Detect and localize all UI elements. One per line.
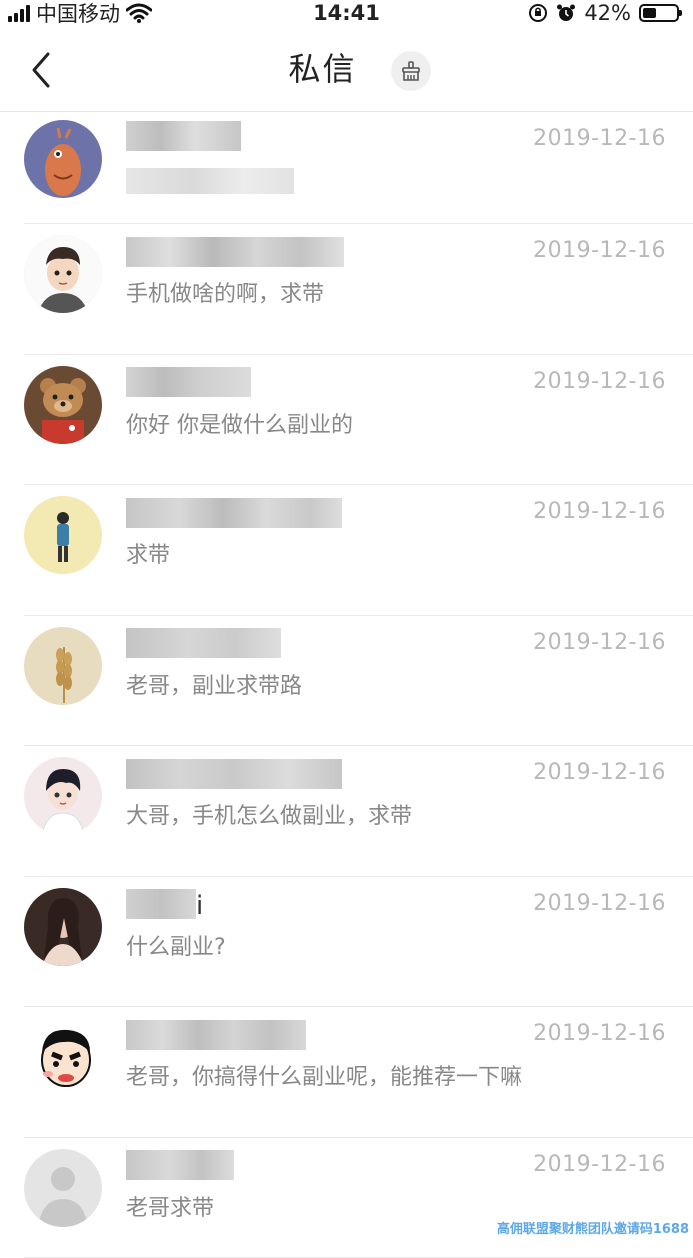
message-preview: 你好 你是做什么副业的: [126, 412, 353, 438]
crayon-cartoon-avatar: [24, 1018, 102, 1096]
battery-icon: [639, 4, 682, 22]
name-redacted: [126, 1150, 234, 1180]
rotation-lock-icon: [529, 4, 548, 22]
conversation-name: [126, 495, 342, 533]
message-preview: 老哥求带: [126, 1195, 215, 1221]
watermark-text: 高佣联盟聚财熊团队邀请码1688: [496, 1222, 689, 1237]
conversation-row[interactable]: 老哥，副业求带路 2019-12-16: [0, 616, 693, 747]
conversation-date: 2019-12-16: [533, 238, 666, 263]
conversation-name: [126, 118, 241, 156]
conversation-row[interactable]: i 什么副业? 2019-12-16: [0, 877, 693, 1008]
name-redacted: [126, 236, 344, 267]
message-preview: 求带: [126, 543, 171, 568]
nav-bar: 私信: [0, 26, 693, 112]
conversation-name: i: [126, 887, 203, 925]
anime-boy-avatar: [24, 757, 102, 835]
message-preview: 老哥，副业求带路: [126, 673, 303, 699]
page-title: 私信: [0, 26, 693, 112]
conversation-date: 2019-12-16: [533, 760, 666, 785]
clear-messages-button[interactable]: [391, 51, 431, 91]
conversation-date: 2019-12-16: [533, 890, 666, 916]
conversation-list: 2019-12-16 手机做啥的啊，求带 2019-12-16 你好 你是做什么…: [0, 112, 693, 1258]
name-redacted: [126, 120, 241, 151]
name-redacted: [126, 497, 342, 528]
conversation-date: 2019-12-16: [533, 1021, 666, 1046]
battery-percent: 42%: [584, 1, 631, 25]
wheat-avatar: [24, 626, 102, 705]
name-redacted: [126, 889, 196, 919]
status-bar: 中国移动 14:41 42%: [0, 0, 693, 26]
message-redacted: [126, 168, 294, 194]
conversation-date: 2019-12-16: [533, 499, 666, 524]
message-preview: 手机做啥的啊，求带: [126, 282, 325, 307]
name-redacted: [126, 758, 342, 789]
conversation-name: [126, 626, 281, 664]
conversation-name: [126, 1148, 234, 1186]
teddy-bear-avatar: [24, 365, 102, 444]
message-preview: 什么副业?: [126, 934, 226, 960]
name-redacted: [126, 1019, 306, 1050]
name-visible-part: i: [196, 890, 204, 921]
standing-figure-avatar: [24, 496, 102, 574]
conversation-name: [126, 365, 251, 403]
conversation-row[interactable]: 老哥，你搞得什么副业呢，能推荐一下嘛 2019-12-16: [0, 1007, 693, 1138]
page-title-text: 私信: [288, 50, 357, 88]
conversation-row[interactable]: 手机做啥的啊，求带 2019-12-16: [0, 224, 693, 355]
conversation-name: [126, 234, 344, 272]
default-avatar: [24, 1148, 102, 1227]
conversation-name: [126, 1017, 306, 1055]
conversation-row[interactable]: 你好 你是做什么副业的 2019-12-16: [0, 355, 693, 486]
message-preview: 老哥，你搞得什么副业呢，能推荐一下嘛: [126, 1065, 523, 1090]
conversation-row[interactable]: 2019-12-16: [0, 112, 693, 224]
status-right: 42%: [528, 0, 682, 26]
conversation-date: 2019-12-16: [533, 368, 666, 394]
name-redacted: [126, 628, 281, 658]
battery-fill: [643, 8, 656, 18]
photo-girl-avatar: [24, 887, 102, 966]
conversation-row[interactable]: 大哥，手机怎么做副业，求带 2019-12-16: [0, 746, 693, 877]
cartoon-boy-avatar: [24, 235, 102, 313]
conversation-row[interactable]: 老哥求带 2019-12-16: [0, 1138, 693, 1258]
conversation-name: [126, 756, 342, 794]
conversation-date: 2019-12-16: [533, 126, 666, 151]
conversation-row[interactable]: 求带 2019-12-16: [0, 485, 693, 616]
message-preview: [126, 164, 294, 198]
message-preview: 大哥，手机怎么做副业，求带: [126, 804, 413, 829]
conversation-date: 2019-12-16: [533, 629, 666, 655]
name-redacted: [126, 367, 251, 397]
cartoon-creature-avatar: [24, 120, 102, 198]
broom-icon: [402, 61, 420, 81]
alarm-icon: [557, 4, 576, 21]
conversation-date: 2019-12-16: [533, 1151, 666, 1177]
